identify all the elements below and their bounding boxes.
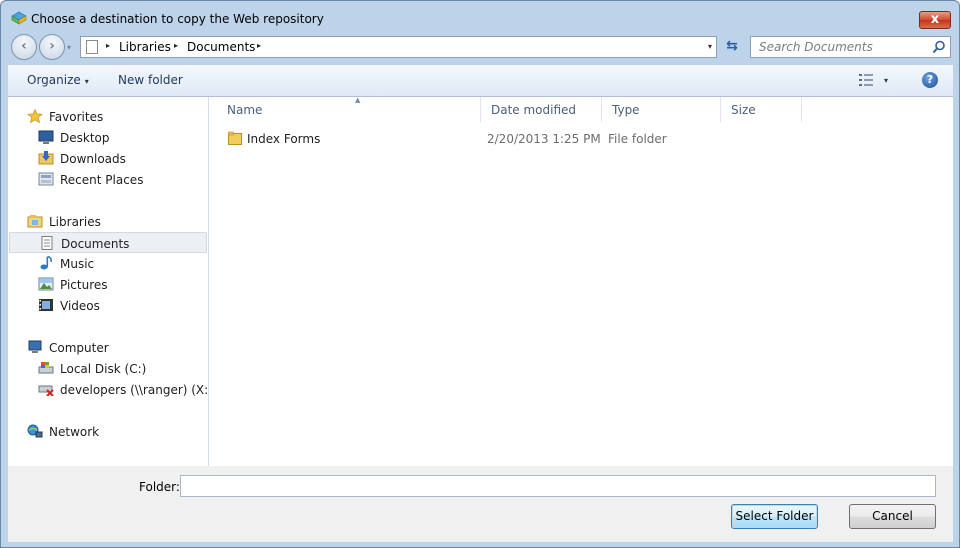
nav-group-favorites[interactable]: Favorites [27, 109, 103, 124]
back-arrow-icon: ‹ [21, 38, 27, 54]
videos-label: Videos [60, 299, 100, 313]
network-drive-label: developers (\\ranger) (X:) [60, 383, 213, 397]
folder-name-field[interactable] [180, 475, 936, 497]
videos-icon [39, 299, 53, 311]
file-name: Index Forms [247, 132, 321, 146]
folder-icon [228, 131, 242, 145]
search-icon[interactable] [932, 40, 946, 54]
address-bar[interactable]: ▸ Libraries ▸ Documents ▸ ▾ [80, 36, 717, 58]
computer-icon [28, 340, 42, 353]
computer-label: Computer [49, 341, 109, 355]
documents-entry: Documents [39, 236, 129, 251]
pictures-label: Pictures [60, 278, 108, 292]
desktop-icon [38, 130, 54, 144]
repository-icon [11, 11, 27, 25]
recent-pages-dropdown[interactable]: ▾ [67, 43, 71, 52]
refresh-icon: ⇆ [726, 38, 738, 54]
refresh-button[interactable]: ⇆ [720, 36, 744, 58]
search-input[interactable]: Search Documents [759, 40, 873, 54]
file-list-pane: Name ▲ Date modified Type Size Index For… [209, 96, 953, 466]
view-options-icon[interactable] [859, 74, 873, 86]
command-toolbar: Organize ▾ New folder ▾ ? [8, 65, 953, 97]
close-button[interactable]: x [919, 11, 951, 29]
nav-item-recent-places[interactable]: Recent Places [38, 172, 143, 187]
documents-label: Documents [61, 237, 130, 251]
navigation-row: ‹ › ▾ ▸ Libraries ▸ Documents ▸ ▾ ⇆ Sear… [1, 33, 959, 61]
organize-label: Organize [27, 73, 81, 87]
table-row[interactable]: Index Forms 2/20/2013 1:25 PM File folde… [219, 128, 939, 148]
breadcrumb-separator-icon[interactable]: ▸ [174, 41, 178, 50]
nav-item-local-disk[interactable]: Local Disk (C:) [38, 361, 146, 376]
pictures-icon [38, 277, 54, 291]
forward-arrow-icon: › [49, 38, 55, 54]
nav-group-network[interactable]: Network [27, 424, 99, 439]
network-label: Network [49, 425, 100, 439]
organize-menu-button[interactable]: Organize ▾ [27, 73, 89, 87]
favorites-label: Favorites [49, 110, 104, 124]
nav-item-downloads[interactable]: Downloads [38, 151, 126, 166]
cancel-button[interactable]: Cancel [849, 504, 936, 529]
address-history-dropdown-icon[interactable]: ▾ [708, 42, 712, 51]
document-location-icon [86, 40, 98, 54]
title-bar: Choose a destination to copy the Web rep… [1, 1, 959, 33]
forward-button[interactable]: › [39, 34, 65, 60]
column-header-date-modified[interactable]: Date modified [481, 97, 602, 122]
nav-item-music[interactable]: Music [38, 256, 94, 271]
file-date-modified: 2/20/2013 1:25 PM [487, 132, 601, 146]
select-folder-button[interactable]: Select Folder [731, 504, 818, 529]
window-title: Choose a destination to copy the Web rep… [31, 12, 324, 26]
column-size-label: Size [731, 103, 756, 117]
libraries-label: Libraries [49, 215, 101, 229]
help-icon[interactable]: ? [922, 72, 938, 88]
nav-item-pictures[interactable]: Pictures [38, 277, 108, 292]
search-box[interactable]: Search Documents [750, 36, 951, 58]
file-type: File folder [608, 132, 667, 146]
close-icon: x [930, 12, 940, 27]
music-label: Music [60, 257, 95, 271]
view-options-dropdown-icon[interactable]: ▾ [884, 76, 888, 85]
dialog-footer: Folder: Select Folder Cancel [8, 466, 953, 542]
downloads-label: Downloads [60, 152, 126, 166]
documents-icon [41, 236, 53, 250]
sort-ascending-icon: ▲ [355, 96, 361, 104]
column-type-label: Type [612, 103, 640, 117]
column-header-type[interactable]: Type [602, 97, 721, 122]
music-icon [40, 256, 52, 270]
nav-item-videos[interactable]: Videos [38, 298, 100, 313]
libraries-icon [27, 215, 43, 228]
navigation-pane: Favorites Desktop Downloads Recent Place… [8, 97, 213, 466]
nav-item-network-drive[interactable]: developers (\\ranger) (X:) [38, 382, 213, 397]
breadcrumb-separator-icon[interactable]: ▸ [257, 41, 261, 50]
column-header-name[interactable]: Name ▲ [217, 96, 481, 122]
star-icon [27, 109, 43, 123]
recent-places-label: Recent Places [60, 173, 144, 187]
breadcrumb-libraries[interactable]: Libraries [119, 40, 171, 54]
local-disk-icon [38, 362, 54, 374]
desktop-label: Desktop [60, 131, 110, 145]
column-name-label: Name [227, 103, 263, 117]
nav-group-libraries[interactable]: Libraries [27, 214, 101, 229]
recent-places-icon [38, 172, 54, 186]
chevron-down-icon: ▾ [84, 77, 89, 86]
column-header-size[interactable]: Size [721, 97, 802, 122]
nav-group-computer[interactable]: Computer [27, 340, 109, 355]
back-button[interactable]: ‹ [11, 34, 37, 60]
new-folder-button[interactable]: New folder [118, 73, 183, 87]
breadcrumb-separator-icon[interactable]: ▸ [106, 41, 110, 50]
breadcrumb-documents[interactable]: Documents [187, 40, 255, 54]
disconnected-drive-icon [38, 385, 54, 396]
network-icon [27, 424, 43, 438]
column-date-label: Date modified [491, 103, 577, 117]
nav-item-desktop[interactable]: Desktop [38, 130, 110, 145]
nav-item-documents[interactable]: Documents [9, 232, 207, 253]
dialog-window: Choose a destination to copy the Web rep… [0, 0, 960, 548]
local-disk-label: Local Disk (C:) [60, 362, 147, 376]
folder-label: Folder: [139, 480, 180, 494]
downloads-icon [38, 151, 54, 165]
